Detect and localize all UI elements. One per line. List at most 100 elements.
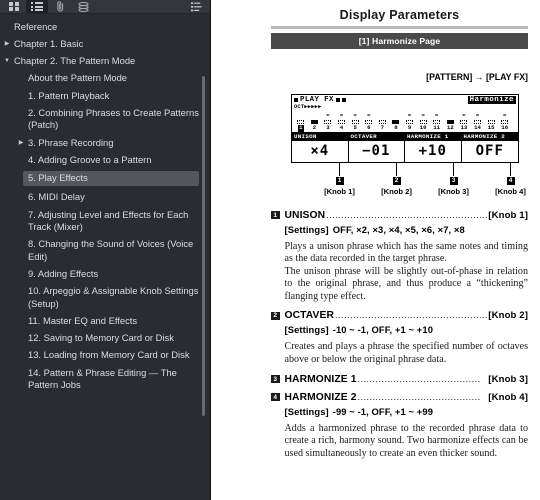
sidebar-item-3-phrase-recording[interactable]: ▶ 3. Phrase Recording xyxy=(0,134,211,151)
sidebar-item-14-pattern-phrase-editing-the-pattern-jobs[interactable]: 14. Pattern & Phrase Editing — The Patte… xyxy=(0,364,211,394)
sidebar-item-label: 7. Adjusting Level and Effects for Each … xyxy=(28,208,189,233)
sidebar-item-6-midi-delay[interactable]: 6. MIDI Delay xyxy=(0,189,211,206)
list-glyph xyxy=(31,2,43,11)
leader-dots: ........................................… xyxy=(357,373,481,384)
lcd-param-value: +10 xyxy=(418,142,447,159)
entry-name: HARMONIZE 2 xyxy=(284,391,357,403)
bookmarks-list-icon[interactable] xyxy=(185,0,207,13)
parameter-entry-octaver: 2 OCTAVER................................… xyxy=(271,310,528,366)
entry-knob-reference: [Knob 2] xyxy=(488,310,528,322)
lcd-screen: PLAY FX Harmonize OCT▶▶▶▶▶ 1 2 ≈3 ≈4 ≈5 ≈6 7 8 ≈… xyxy=(291,93,519,163)
step-number: 16 xyxy=(501,123,509,131)
knob-callout-3: 3 [Knob 3] xyxy=(425,162,482,196)
step-number: 15 xyxy=(487,123,495,131)
outline-view-icon[interactable] xyxy=(26,0,48,13)
sidebar-item-2-combining-phrases-to-create-patterns-patch[interactable]: 2. Combining Phrases to Create Patterns … xyxy=(0,104,211,134)
sidebar-item-reference[interactable]: Reference xyxy=(0,18,211,35)
description-paragraph: Plays a unison phrase which has the same… xyxy=(284,240,529,265)
step-zigzag-icon: ≈ xyxy=(326,111,330,119)
step-zigzag-icon: ≈ xyxy=(407,111,412,119)
knob-callout-4: 4 [Knob 4] xyxy=(482,162,539,196)
knob-number-badge: 1 xyxy=(335,176,344,185)
chevron-right-icon[interactable]: ▶ xyxy=(14,137,28,146)
sidebar-item-label: 4. Adding Groove to a Pattern xyxy=(28,153,152,165)
square-marker-icon xyxy=(341,97,346,102)
lcd-step-13: ≈13 xyxy=(457,112,471,132)
step-number: 14 xyxy=(474,123,481,131)
sidebar-item-7-adjusting-level-and-effects-for-each-track-mixer[interactable]: 7. Adjusting Level and Effects for Each … xyxy=(0,206,211,236)
step-cell xyxy=(406,119,414,124)
sidebar-item-5-play-effects[interactable]: 5. Play Effects xyxy=(0,169,211,189)
step-zigzag-icon: ≈ xyxy=(339,111,344,119)
description-paragraph: Creates and plays a phrase the specified… xyxy=(284,341,529,366)
entry-number-badge: 1 xyxy=(271,210,280,220)
document-view[interactable]: Display Parameters [1] Harmonize Page [P… xyxy=(211,0,540,500)
sidebar-item-1-pattern-playback[interactable]: 1. Pattern Playback xyxy=(0,87,211,104)
lcd-param-harmonize-2: HARMONIZE 2 OFF xyxy=(461,132,518,162)
sidebar-item-label: 5. Play Effects xyxy=(23,171,199,187)
outline-tree[interactable]: Reference ▶ Chapter 1. Basic ▼ Chapter 2. Th… xyxy=(0,14,211,500)
sidebar-item-label: Chapter 1. Basic xyxy=(14,37,84,49)
entry-heading: 2 OCTAVER................................… xyxy=(271,310,528,321)
chevron-down-icon[interactable]: ▼ xyxy=(0,55,14,64)
step-number: 3 xyxy=(326,123,330,131)
lcd-step-2: 2 xyxy=(308,113,322,132)
sidebar-item-chapter-1-basic[interactable]: ▶ Chapter 1. Basic xyxy=(0,35,211,52)
step-cell xyxy=(310,119,318,124)
sidebar-item-about-the-pattern-mode[interactable]: About the Pattern Mode xyxy=(0,70,211,87)
step-zigzag-icon: ≈ xyxy=(353,111,357,119)
sidebar-item-label: 2. Combining Phrases to Create Patterns … xyxy=(28,106,199,131)
step-number: 12 xyxy=(446,123,454,131)
step-number: 7 xyxy=(380,123,385,131)
sidebar-item-label: Reference xyxy=(14,20,58,32)
sidebar-item-label: 13. Loading from Memory Card or Disk xyxy=(28,349,190,361)
sidebar-scrollbar-track[interactable] xyxy=(201,16,208,498)
sidebar-item-13-loading-from-memory-card-or-disk[interactable]: 13. Loading from Memory Card or Disk xyxy=(0,347,211,364)
entry-settings: [Settings] -10 ~ -1, OFF, +1 ~ +10 xyxy=(285,324,529,335)
outline-plus-glyph xyxy=(190,1,202,12)
lcd-step-7: 7 xyxy=(376,113,390,132)
knob-callout-2: 2 [Knob 2] xyxy=(368,162,425,196)
callout-leader-line xyxy=(338,162,341,176)
sidebar-scrollbar-thumb[interactable] xyxy=(201,76,205,416)
entry-knob-reference: [Knob 3] xyxy=(488,373,528,385)
sidebar-item-label: 12. Saving to Memory Card or Disk xyxy=(28,332,174,344)
lcd-step-4: ≈4 xyxy=(335,111,349,132)
sidebar-item-chapter-2-the-pattern-mode[interactable]: ▼ Chapter 2. The Pattern Mode xyxy=(0,53,211,70)
parameter-entry-harmonize-1: 3 HARMONIZE 1............................… xyxy=(271,374,528,385)
attachments-icon[interactable] xyxy=(49,0,71,13)
step-cell xyxy=(501,119,509,124)
lcd-illustration: PLAY FX Harmonize OCT▶▶▶▶▶ 1 2 ≈3 ≈4 ≈5 ≈6 7 8 ≈… xyxy=(291,93,526,196)
thumbnails-view-icon[interactable] xyxy=(3,0,25,13)
entry-name: UNISON xyxy=(284,209,326,221)
lcd-step-grid: 1 2 ≈3 ≈4 ≈5 ≈6 7 8 ≈9 ≈10 ≈11 12 ≈13 ≈14 15 ≈16 xyxy=(292,110,518,132)
parameter-entry-unison: 1 UNISON.................................… xyxy=(271,210,528,304)
lcd-param-name: HARMONIZE 1 xyxy=(405,132,461,141)
step-cell xyxy=(460,119,468,124)
stacked-layers-glyph xyxy=(77,1,89,12)
paperclip-glyph xyxy=(56,1,65,12)
section-heading-bar: [1] Harmonize Page xyxy=(271,33,528,49)
sidebar-item-8-changing-the-sound-of-voices-voice-edit[interactable]: 8. Changing the Sound of Voices (Voice E… xyxy=(0,236,211,266)
step-number: 9 xyxy=(407,123,412,131)
entry-description: Adds a harmonized phrase to the recorded… xyxy=(285,423,529,461)
lcd-param-name: OCTAVER xyxy=(348,132,404,141)
sidebar-item-12-saving-to-memory-card-or-disk[interactable]: 12. Saving to Memory Card or Disk xyxy=(0,330,211,347)
lcd-header-left: PLAY FX xyxy=(294,96,346,104)
sidebar-item-4-adding-groove-to-a-pattern[interactable]: 4. Adding Groove to a Pattern xyxy=(0,151,211,168)
chevron-right-icon[interactable]: ▶ xyxy=(0,38,14,47)
knob-label: [Knob 2] xyxy=(381,186,412,196)
entry-settings: [Settings] OFF, ×2, ×3, ×4, ×5, ×6, ×7, ×… xyxy=(285,224,529,235)
sidebar-item-9-adding-effects[interactable]: 9. Adding Effects xyxy=(0,265,211,282)
description-paragraph: The unison phrase will be slightly out-o… xyxy=(284,265,529,302)
pdf-page: Display Parameters [1] Harmonize Page [P… xyxy=(211,0,540,460)
sidebar-item-11-master-eq-and-effects[interactable]: 11. Master EQ and Effects xyxy=(0,312,211,329)
sidebar-item-10-arpeggio-assignable-knob-settings-setup[interactable]: 10. Arpeggio & Assignable Knob Settings … xyxy=(0,283,211,313)
layers-icon[interactable] xyxy=(72,0,94,13)
